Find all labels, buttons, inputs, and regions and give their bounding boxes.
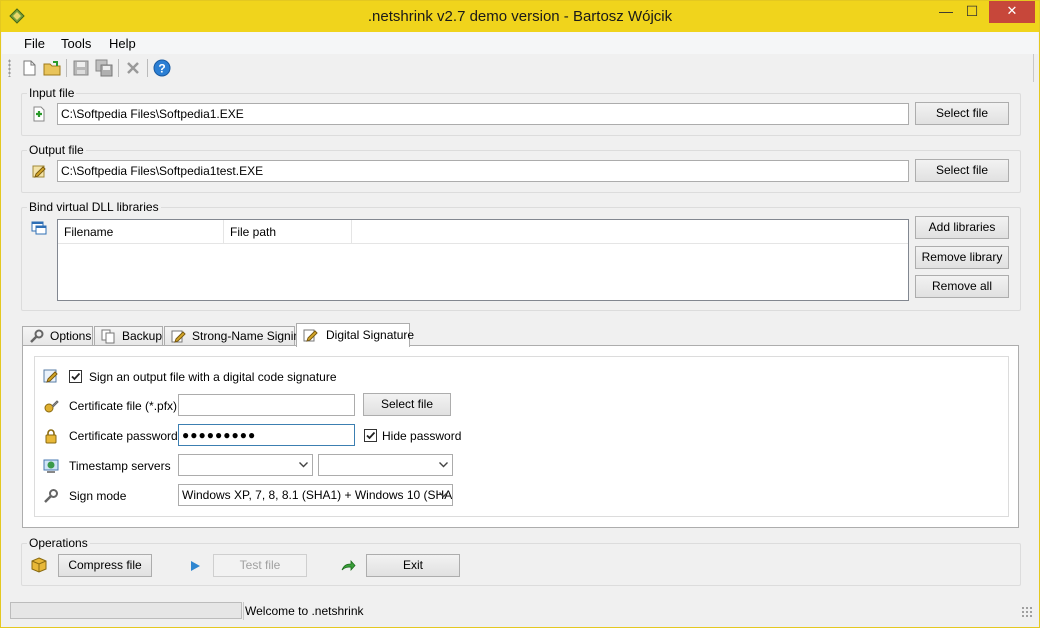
status-bar: Welcome to .netshrink xyxy=(2,601,1038,623)
pen-document-icon xyxy=(171,329,186,344)
output-file-label: Output file xyxy=(27,143,86,157)
tab-strong-name-signing-label: Strong-Name Signing xyxy=(192,329,307,343)
certificate-select-file-button[interactable]: Select file xyxy=(363,393,451,416)
windows-icon xyxy=(31,220,47,236)
wrench-icon xyxy=(43,488,59,504)
input-file-label: Input file xyxy=(27,86,77,100)
sign-document-icon xyxy=(43,368,59,384)
add-file-icon xyxy=(31,106,47,122)
save-icon[interactable] xyxy=(72,59,90,77)
add-libraries-button[interactable]: Add libraries xyxy=(915,216,1009,239)
arrow-right-icon xyxy=(340,558,356,574)
toolbar-grip xyxy=(8,59,11,77)
input-select-file-button[interactable]: Select file xyxy=(915,102,1009,125)
column-file-path[interactable]: File path xyxy=(224,220,352,244)
copy-icon xyxy=(101,329,116,344)
pen-document-icon xyxy=(303,328,318,343)
output-select-file-button[interactable]: Select file xyxy=(915,159,1009,182)
menu-help[interactable]: Help xyxy=(109,36,136,51)
toolbar-edge xyxy=(1033,54,1034,82)
menu-file[interactable]: File xyxy=(24,36,45,51)
tab-backup-label: Backup xyxy=(122,329,163,343)
package-icon xyxy=(31,557,47,573)
chevron-down-icon xyxy=(299,462,308,468)
open-folder-icon[interactable] xyxy=(43,59,61,77)
chevron-down-icon xyxy=(439,492,448,498)
status-text: Welcome to .netshrink xyxy=(245,604,364,618)
sign-mode-label: Sign mode xyxy=(69,489,127,503)
help-icon[interactable]: ? xyxy=(153,59,171,77)
toolbar: ? xyxy=(2,54,1038,82)
play-icon xyxy=(187,558,203,574)
wrench-icon xyxy=(29,329,44,344)
maximize-button[interactable]: ☐ xyxy=(959,1,985,23)
progress-bar xyxy=(10,602,242,619)
operations-label: Operations xyxy=(27,536,90,550)
remove-library-button[interactable]: Remove library xyxy=(915,246,1009,269)
exit-button[interactable]: Exit xyxy=(366,554,460,577)
tab-digital-signature-label: Digital Signature xyxy=(326,328,415,342)
timestamp-servers-label: Timestamp servers xyxy=(69,459,171,473)
digital-signature-panel: Sign an output file with a digital code … xyxy=(22,345,1019,528)
sign-mode-value: Windows XP, 7, 8, 8.1 (SHA1) + Windows 1… xyxy=(182,488,453,502)
input-file-field[interactable]: C:\Softpedia Files\Softpedia1.EXE xyxy=(57,103,909,125)
toolbar-separator xyxy=(118,59,119,77)
status-separator xyxy=(243,602,244,620)
menu-tools[interactable]: Tools xyxy=(61,36,91,51)
toolbar-separator xyxy=(66,59,67,77)
dll-list[interactable]: Filename File path xyxy=(57,219,909,301)
app-window: .netshrink v2.7 demo version - Bartosz W… xyxy=(0,0,1040,628)
sign-mode-select[interactable]: Windows XP, 7, 8, 8.1 (SHA1) + Windows 1… xyxy=(178,484,453,506)
sign-output-checkbox[interactable] xyxy=(69,370,82,383)
remove-all-button[interactable]: Remove all xyxy=(915,275,1009,298)
test-file-button[interactable]: Test file xyxy=(213,554,307,577)
tab-options[interactable]: Options xyxy=(22,326,93,346)
minimize-button[interactable]: — xyxy=(933,1,959,23)
hide-password-label[interactable]: Hide password xyxy=(382,429,461,443)
delete-icon[interactable] xyxy=(124,59,142,77)
resize-grip[interactable] xyxy=(1021,606,1033,618)
operations-group xyxy=(21,543,1021,586)
compress-file-button[interactable]: Compress file xyxy=(58,554,152,577)
tab-digital-signature[interactable]: Digital Signature xyxy=(296,323,414,347)
dll-list-header: Filename File path xyxy=(58,220,908,244)
output-file-field[interactable]: C:\Softpedia Files\Softpedia1test.EXE xyxy=(57,160,909,182)
certificate-password-field[interactable]: ●●●●●●●●● xyxy=(178,424,355,446)
lock-icon xyxy=(43,428,59,444)
tab-backup[interactable]: Backup xyxy=(94,326,163,346)
certificate-icon xyxy=(43,398,59,414)
chevron-down-icon xyxy=(439,462,448,468)
globe-server-icon xyxy=(43,458,59,474)
save-all-icon[interactable] xyxy=(95,59,113,77)
toolbar-separator xyxy=(147,59,148,77)
column-filename[interactable]: Filename xyxy=(58,220,224,244)
edit-file-icon xyxy=(31,163,47,179)
certificate-file-field[interactable] xyxy=(178,394,355,416)
title-bar[interactable]: .netshrink v2.7 demo version - Bartosz W… xyxy=(1,1,1039,32)
hide-password-checkbox[interactable] xyxy=(364,429,377,442)
tab-strong-name-signing[interactable]: Strong-Name Signing xyxy=(164,326,307,346)
new-file-icon[interactable] xyxy=(20,59,38,77)
timestamp-server-select-1[interactable] xyxy=(178,454,313,476)
timestamp-server-select-2[interactable] xyxy=(318,454,453,476)
sign-output-label[interactable]: Sign an output file with a digital code … xyxy=(89,370,337,384)
tab-options-label: Options xyxy=(50,329,92,343)
close-button[interactable]: ✕ xyxy=(989,1,1035,23)
window-title: .netshrink v2.7 demo version - Bartosz W… xyxy=(367,8,673,25)
certificate-password-label: Certificate password xyxy=(69,429,178,443)
svg-text:?: ? xyxy=(158,62,165,76)
certificate-file-label: Certificate file (*.pfx) xyxy=(69,399,178,413)
dll-group-label: Bind virtual DLL libraries xyxy=(27,200,161,214)
menu-bar: File Tools Help xyxy=(2,32,1038,54)
